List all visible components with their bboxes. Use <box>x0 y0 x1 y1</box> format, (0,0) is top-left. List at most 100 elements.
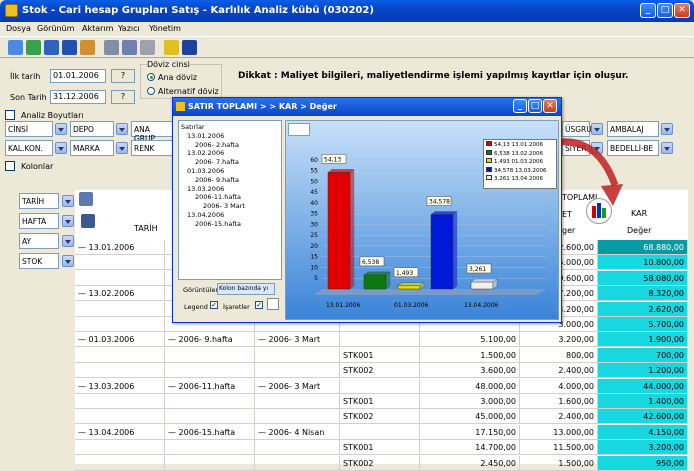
tree-node[interactable]: 13.03.2006 <box>181 185 279 194</box>
grid-cell-c1: 48.000,00 <box>420 378 520 394</box>
legend-label: Legend <box>184 303 208 311</box>
legend-checkbox[interactable]: ✓ <box>210 301 218 309</box>
tree-node[interactable]: 13.04.2006 <box>181 211 279 220</box>
popup-minimize-button[interactable]: _ <box>513 99 527 113</box>
grid-icon[interactable] <box>44 40 59 55</box>
son-tarih-input[interactable]: 31.12.2006 <box>50 90 106 104</box>
tree-node[interactable]: 2006-11.hafta <box>181 193 279 202</box>
gorunum-select[interactable]: Kolon bazında yı <box>217 283 275 295</box>
dim-depo[interactable]: DEPO <box>70 121 114 137</box>
menu-yazici[interactable]: Yazıcı <box>118 24 140 33</box>
analiz-label: Analiz Boyutları <box>21 111 84 120</box>
maximize-button[interactable]: □ <box>657 3 673 18</box>
ilk-tarih-input[interactable]: 01.01.2006 <box>50 69 106 83</box>
dim-ana-grup[interactable]: ANA GRUP <box>131 121 173 143</box>
chart-area: 5 10 15 20 25 30 35 40 45 50 55 60 54,13 6,538 1,493 34… <box>285 120 559 320</box>
close-button[interactable]: ✕ <box>674 3 690 18</box>
menu-yonetim[interactable]: Yönetim <box>149 24 181 33</box>
bar[interactable] <box>363 274 387 290</box>
header-ger: ger <box>562 226 576 235</box>
preview-icon[interactable] <box>122 40 137 55</box>
bar-top <box>397 282 425 286</box>
legend-label: 6,538 13.02.2006 <box>494 150 543 157</box>
grid-cell-tarih <box>75 317 165 332</box>
ilk-tarih-help-button[interactable]: ? <box>111 69 135 83</box>
dim-cinsi[interactable]: CİNSİ <box>5 121 53 137</box>
analiz-toggle-icon[interactable] <box>5 110 15 120</box>
bar-top <box>363 271 391 276</box>
menu-gorunum[interactable]: Görünüm <box>37 24 74 33</box>
tree-node[interactable]: 2006- 9.hafta <box>181 176 279 185</box>
chevron-down-icon[interactable] <box>661 123 673 135</box>
header-tarih: TARİH <box>134 224 158 233</box>
chevron-down-icon[interactable] <box>661 142 673 154</box>
tree-node[interactable]: 2006- 3 Mart <box>181 202 279 211</box>
chevron-down-icon[interactable] <box>116 142 128 154</box>
pivot-icon[interactable] <box>81 214 95 228</box>
minimize-button[interactable]: _ <box>640 3 656 18</box>
legend-swatch <box>486 158 492 164</box>
export-icon[interactable] <box>80 40 95 55</box>
legend-label: 1,493 01.03.2006 <box>494 159 543 166</box>
refresh-icon[interactable] <box>8 40 23 55</box>
field-tarih[interactable]: TARİH <box>19 193 59 209</box>
dim-kal-kon[interactable]: KAL.KON. <box>5 140 53 156</box>
tree-node[interactable]: 2006- 7.hafta <box>181 158 279 167</box>
tree-icon[interactable] <box>26 40 41 55</box>
grid-cell-tarih <box>75 363 165 379</box>
x-tick-label: 01.03.2006 <box>394 302 429 309</box>
grid-cell-c2: 4.000,00 <box>520 378 598 394</box>
grid-cell-tarih: — 13.02.2006 <box>75 286 165 302</box>
menu-aktarim[interactable]: Aktarım <box>82 24 113 33</box>
alternatif-doviz-radio[interactable] <box>147 87 155 95</box>
grid-cell-gun <box>255 409 340 425</box>
bar[interactable] <box>397 285 421 290</box>
menu-dosya[interactable]: Dosya <box>6 24 31 33</box>
bar[interactable] <box>470 281 494 290</box>
layout-icon[interactable] <box>79 192 93 206</box>
dim-renk[interactable]: RENK <box>131 140 173 156</box>
kolonlar-toggle-icon[interactable] <box>5 161 15 171</box>
chevron-down-icon[interactable] <box>62 215 74 227</box>
field-stok[interactable]: STOK <box>19 253 59 269</box>
chevron-down-icon[interactable] <box>55 123 67 135</box>
header-deger: Değer <box>627 226 652 235</box>
chart-legend: 54,13 13.01.2006 6,538 13.02.2006 1,493 01… <box>483 139 557 189</box>
save-icon[interactable] <box>62 40 77 55</box>
popup-maximize-button[interactable]: □ <box>528 99 542 113</box>
grid-cell-kar: 1.400,00 <box>598 394 688 409</box>
bar[interactable] <box>430 214 454 290</box>
grid-cell-gun <box>255 347 340 363</box>
grid-cell-tarih <box>75 409 165 425</box>
tree-node[interactable]: 01.03.2006 <box>181 167 279 176</box>
print-icon[interactable] <box>104 40 119 55</box>
bar-side <box>385 271 391 290</box>
son-tarih-label: Son Tarih <box>10 93 47 102</box>
dim-marka[interactable]: MARKA <box>70 140 114 156</box>
popup-close-button[interactable]: ✕ <box>543 99 557 113</box>
grid-cell-c1: 3.000,00 <box>420 394 520 409</box>
legend-item: 3,261 13.04.2006 <box>486 175 554 184</box>
chevron-down-icon[interactable] <box>62 255 74 267</box>
tree-node[interactable]: 13.01.2006 <box>181 132 279 141</box>
chevron-down-icon[interactable] <box>62 195 74 207</box>
folder-icon[interactable] <box>164 40 179 55</box>
bar[interactable] <box>327 172 351 290</box>
chevron-down-icon[interactable] <box>62 235 74 247</box>
disk-icon[interactable] <box>182 40 197 55</box>
alternatif-doviz-label: Alternatif döviz <box>158 87 219 96</box>
tree-node[interactable]: 13.02.2006 <box>181 149 279 158</box>
chevron-down-icon[interactable] <box>55 142 67 154</box>
search-icon[interactable] <box>140 40 155 55</box>
tree-node[interactable]: 2006-15.hafta <box>181 220 279 229</box>
print-icon[interactable] <box>267 298 279 310</box>
chevron-down-icon[interactable] <box>116 123 128 135</box>
isaret-checkbox[interactable]: ✓ <box>255 301 263 309</box>
tree-node[interactable]: 2006- 2.hafta <box>181 141 279 150</box>
field-ay[interactable]: AY <box>19 233 59 249</box>
tree-node[interactable]: Satırlar <box>181 123 279 132</box>
son-tarih-help-button[interactable]: ? <box>111 90 135 104</box>
legend-swatch <box>486 166 492 172</box>
ana-doviz-radio[interactable] <box>147 73 155 81</box>
field-hafta[interactable]: HAFTA <box>19 213 59 229</box>
